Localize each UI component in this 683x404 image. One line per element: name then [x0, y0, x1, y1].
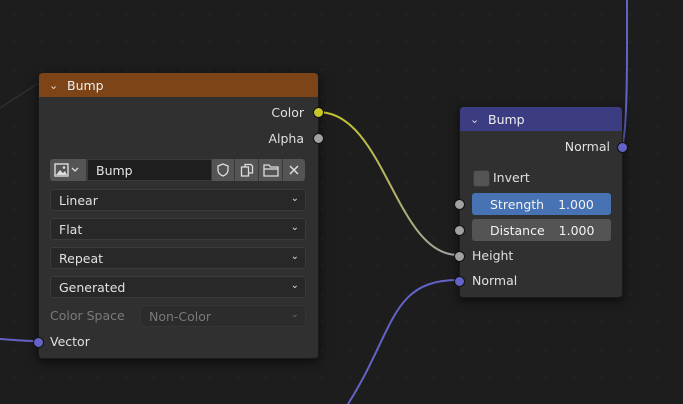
bump-node-header[interactable]: ⌄ Bump [460, 107, 622, 131]
shield-icon [217, 163, 229, 177]
source-dropdown[interactable]: Generated ⌄ [50, 276, 306, 298]
fake-user-button[interactable] [212, 159, 235, 181]
height-label: Height [472, 248, 514, 263]
invert-checkbox[interactable] [473, 170, 490, 187]
color-space-label: Color Space [50, 308, 125, 323]
image-browse-button[interactable] [50, 159, 87, 181]
output-color-socket[interactable] [313, 107, 324, 118]
duplicate-icon [240, 163, 253, 177]
bump-node[interactable]: ⌄ Bump Normal Invert Strength 1.000 Dist… [454, 106, 628, 298]
color-space-value: Non-Color [149, 308, 212, 324]
faint-background-line [0, 81, 41, 109]
image-node-title: Bump [67, 77, 104, 93]
distance-value: 1.000 [558, 222, 595, 238]
output-normal-label: Normal [564, 139, 610, 154]
wire-color-to-height[interactable] [317, 111, 459, 256]
chevron-down-icon: ⌄ [290, 309, 299, 320]
chevron-down-icon: ⌄ [290, 280, 299, 291]
chevron-down-icon: ⌄ [290, 222, 299, 233]
output-normal-socket[interactable] [617, 142, 628, 153]
invert-label: Invert [493, 170, 530, 185]
extension-value: Repeat [59, 250, 104, 266]
image-name-field[interactable]: Bump [87, 159, 212, 181]
unlink-image-button[interactable] [283, 159, 305, 181]
interpolation-value: Linear [59, 192, 98, 208]
projection-dropdown[interactable]: Flat ⌄ [50, 218, 306, 240]
image-node-header[interactable]: ⌄ Bump [39, 73, 318, 97]
open-image-button[interactable] [259, 159, 283, 181]
height-socket[interactable] [454, 251, 465, 262]
bump-node-title: Bump [488, 111, 525, 127]
strength-field[interactable]: Strength 1.000 [472, 193, 611, 215]
wire-normal-in[interactable] [347, 279, 459, 404]
distance-socket[interactable] [454, 225, 465, 236]
input-vector-label: Vector [50, 334, 90, 349]
input-normal-socket[interactable] [454, 276, 465, 287]
distance-field[interactable]: Distance 1.000 [472, 219, 611, 241]
image-selector: Bump [50, 159, 305, 181]
close-icon [289, 165, 299, 175]
distance-label: Distance [490, 222, 545, 238]
folder-icon [262, 164, 279, 177]
chevron-down-icon: ⌄ [290, 251, 299, 262]
image-icon [54, 163, 79, 177]
duplicate-image-button[interactable] [235, 159, 259, 181]
input-vector-socket[interactable] [33, 337, 44, 348]
image-name-text: Bump [96, 162, 133, 178]
wire-vector-in[interactable] [0, 338, 38, 342]
color-space-dropdown[interactable]: Non-Color ⌄ [140, 305, 306, 327]
source-value: Generated [59, 279, 126, 295]
image-texture-node[interactable]: ⌄ Bump Color Alpha Bump Linear ⌄ Flat ⌄ … [33, 72, 324, 359]
output-alpha-socket[interactable] [313, 133, 324, 144]
projection-value: Flat [59, 221, 83, 237]
extension-dropdown[interactable]: Repeat ⌄ [50, 247, 306, 269]
chevron-down-icon[interactable]: ⌄ [49, 79, 63, 92]
input-normal-label: Normal [472, 273, 518, 288]
strength-label: Strength [490, 196, 545, 212]
strength-value: 1.000 [558, 196, 594, 212]
output-color-label: Color [271, 105, 304, 120]
interpolation-dropdown[interactable]: Linear ⌄ [50, 189, 306, 211]
chevron-down-icon: ⌄ [290, 193, 299, 204]
strength-socket[interactable] [454, 199, 465, 210]
chevron-down-icon[interactable]: ⌄ [470, 113, 484, 126]
output-alpha-label: Alpha [268, 131, 304, 146]
